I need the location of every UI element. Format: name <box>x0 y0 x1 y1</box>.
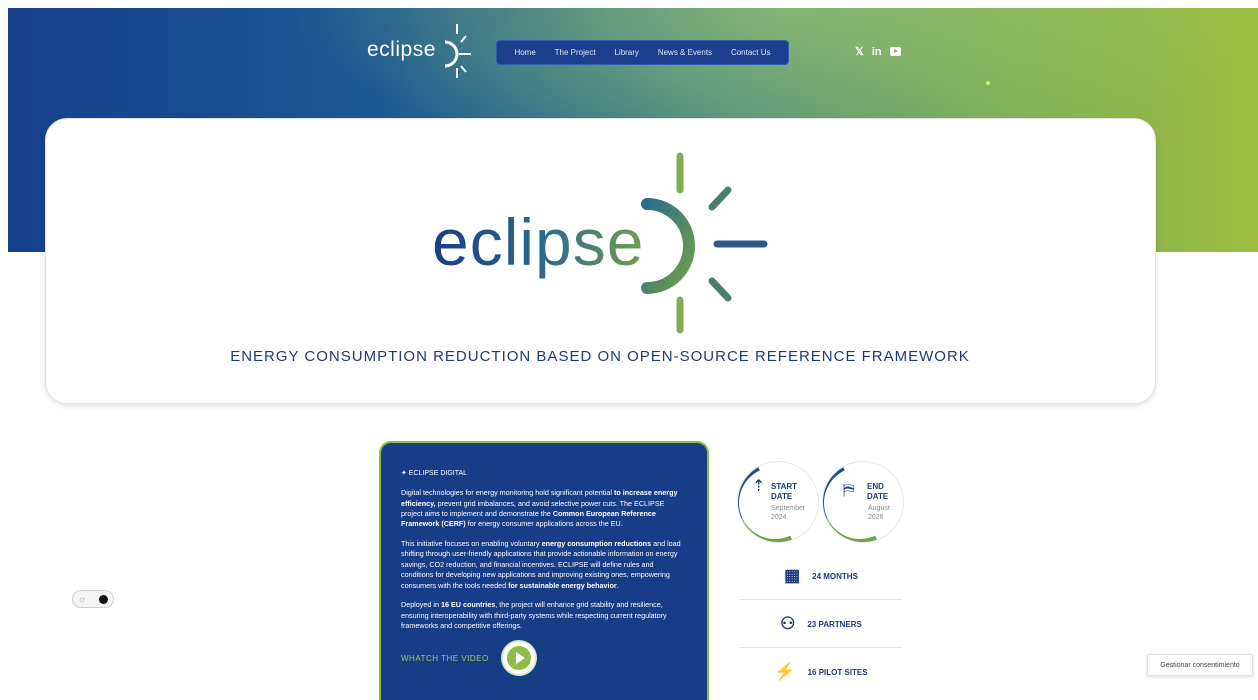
info-paragraph-1: Digital technologies for energy monitori… <box>401 488 678 529</box>
stat-divider <box>740 647 902 648</box>
nav-library[interactable]: Library <box>614 48 638 57</box>
hero-logo-text: eclipse <box>432 205 645 279</box>
youtube-icon[interactable] <box>889 47 901 56</box>
stat-pilot-sites: ⚡ 16 PILOT SITES <box>740 649 902 695</box>
linkedin-icon[interactable]: in <box>872 46 882 58</box>
play-button[interactable] <box>500 640 537 677</box>
sun-icon <box>641 152 768 334</box>
header-logo-text: eclipse <box>367 38 436 61</box>
end-date-card: ⛿ END DATE August 2026 <box>822 461 904 543</box>
nav-home[interactable]: Home <box>514 48 535 57</box>
play-icon <box>506 646 531 671</box>
watch-video-label[interactable]: WHATCH THE VIDEO <box>401 653 489 665</box>
header-logo[interactable]: eclipse <box>367 22 477 78</box>
nav-the-project[interactable]: The Project <box>555 48 596 57</box>
stat-partners: ⚇ 23 PARTNERS <box>740 601 902 647</box>
start-date-card: ⇡ START DATE September 2024 <box>737 461 819 543</box>
main-nav: Home The Project Library News & Events C… <box>496 40 789 65</box>
decorative-dot <box>986 81 990 85</box>
calendar-icon: ▦ <box>784 566 801 585</box>
end-date-title-1: END <box>867 482 884 491</box>
stat-months: ▦ 24 MONTHS <box>740 553 902 599</box>
toggle-knob <box>99 594 108 604</box>
rocket-icon: ⇡ <box>752 478 766 495</box>
nav-contact-us[interactable]: Contact Us <box>731 48 771 57</box>
info-paragraph-2: This initiative focuses on enabling volu… <box>401 538 681 590</box>
end-date-year: 2026 <box>868 514 884 522</box>
start-date-title-2: DATE <box>771 492 793 502</box>
start-date-title-1: START <box>771 482 798 491</box>
consent-button[interactable]: Gestionar consentimiento <box>1147 654 1253 676</box>
nav-news-events[interactable]: News & Events <box>658 48 712 57</box>
stat-months-label: 24 MONTHS <box>812 571 858 581</box>
sun-icon: ☼ <box>78 594 87 604</box>
info-eyebrow: ✦ ECLIPSE DIGITAL <box>401 470 468 477</box>
page: eclipse Home The Project Library News & … <box>0 0 1258 700</box>
video-row: WHATCH THE VIDEO <box>401 640 687 677</box>
x-icon[interactable]: 𝕏 <box>855 45 864 58</box>
theme-toggle[interactable]: ☼ <box>72 590 114 608</box>
partners-icon: ⚇ <box>780 614 796 633</box>
finish-line-icon: ⛿ <box>843 482 855 499</box>
sun-logo-icon <box>444 24 471 78</box>
hero-tagline: ENERGY CONSUMPTION REDUCTION BASED ON OP… <box>230 348 970 365</box>
stat-pilot-sites-label: 16 PILOT SITES <box>807 667 868 677</box>
stat-partners-label: 23 PARTNERS <box>807 619 862 629</box>
pilot-sites-icon: ⚡ <box>774 662 796 681</box>
social-links: 𝕏 in <box>855 45 901 58</box>
end-date-title-2: DATE <box>867 492 889 502</box>
info-card: ✦ ECLIPSE DIGITAL Digital technologies f… <box>379 441 709 700</box>
start-date-year: 2024 <box>771 514 787 522</box>
end-date-month: August <box>868 505 890 512</box>
hero-logo: eclipse <box>432 152 772 337</box>
stat-divider <box>740 599 902 600</box>
start-date-month: September <box>771 505 806 512</box>
info-paragraph-3: Deployed in 16 EU countries, the project… <box>401 600 667 630</box>
end-date-arc <box>823 462 903 542</box>
